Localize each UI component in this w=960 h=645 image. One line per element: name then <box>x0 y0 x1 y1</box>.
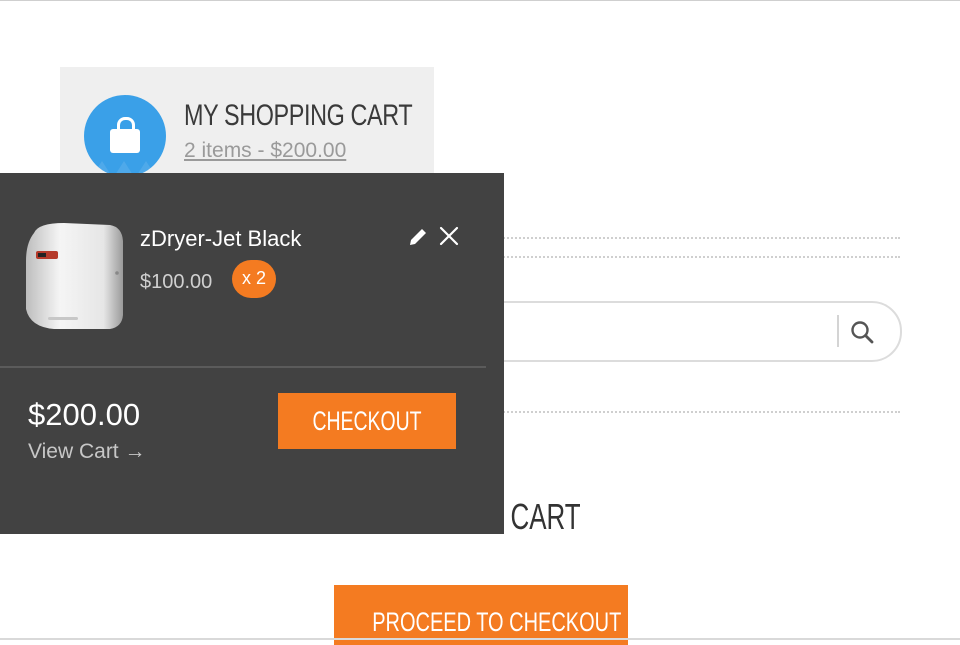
divider-dotted <box>500 237 900 239</box>
mini-cart-divider <box>0 366 486 368</box>
search-icon[interactable] <box>849 319 875 345</box>
cart-icon-circle <box>84 95 166 177</box>
search-field[interactable] <box>460 301 902 362</box>
checkout-label: CHECKOUT <box>312 405 422 436</box>
search-divider <box>837 315 839 347</box>
product-name[interactable]: zDryer-Jet Black <box>140 226 301 252</box>
product-thumbnail[interactable] <box>24 221 124 331</box>
proceed-to-checkout-button[interactable]: PROCEED TO CHECKOUT <box>334 585 628 645</box>
divider-dotted <box>500 256 900 258</box>
divider-dotted <box>500 411 900 413</box>
quantity-badge: x 2 <box>232 260 276 298</box>
product-price: $100.00 <box>140 271 213 293</box>
cart-total: $200.00 <box>28 397 141 432</box>
close-icon[interactable] <box>438 225 460 247</box>
shopping-cart-widget[interactable]: MY SHOPPING CART 2 items - $200.00 <box>60 67 434 177</box>
checkout-button[interactable]: CHECKOUT <box>278 393 456 449</box>
view-cart-link[interactable]: View Cart → <box>28 440 145 464</box>
proceed-to-checkout-label: PROCEED TO CHECKOUT <box>372 606 622 637</box>
cart-summary-link[interactable]: 2 items - $200.00 <box>184 139 346 163</box>
edit-icon[interactable] <box>406 225 430 249</box>
cut-off-header-text <box>362 0 582 4</box>
mini-cart-dropdown: zDryer-Jet Black $100.00 x 2 $200.00 Vie… <box>0 173 504 534</box>
cart-title: MY SHOPPING CART <box>184 99 413 132</box>
shopping-bag-icon <box>110 129 140 153</box>
